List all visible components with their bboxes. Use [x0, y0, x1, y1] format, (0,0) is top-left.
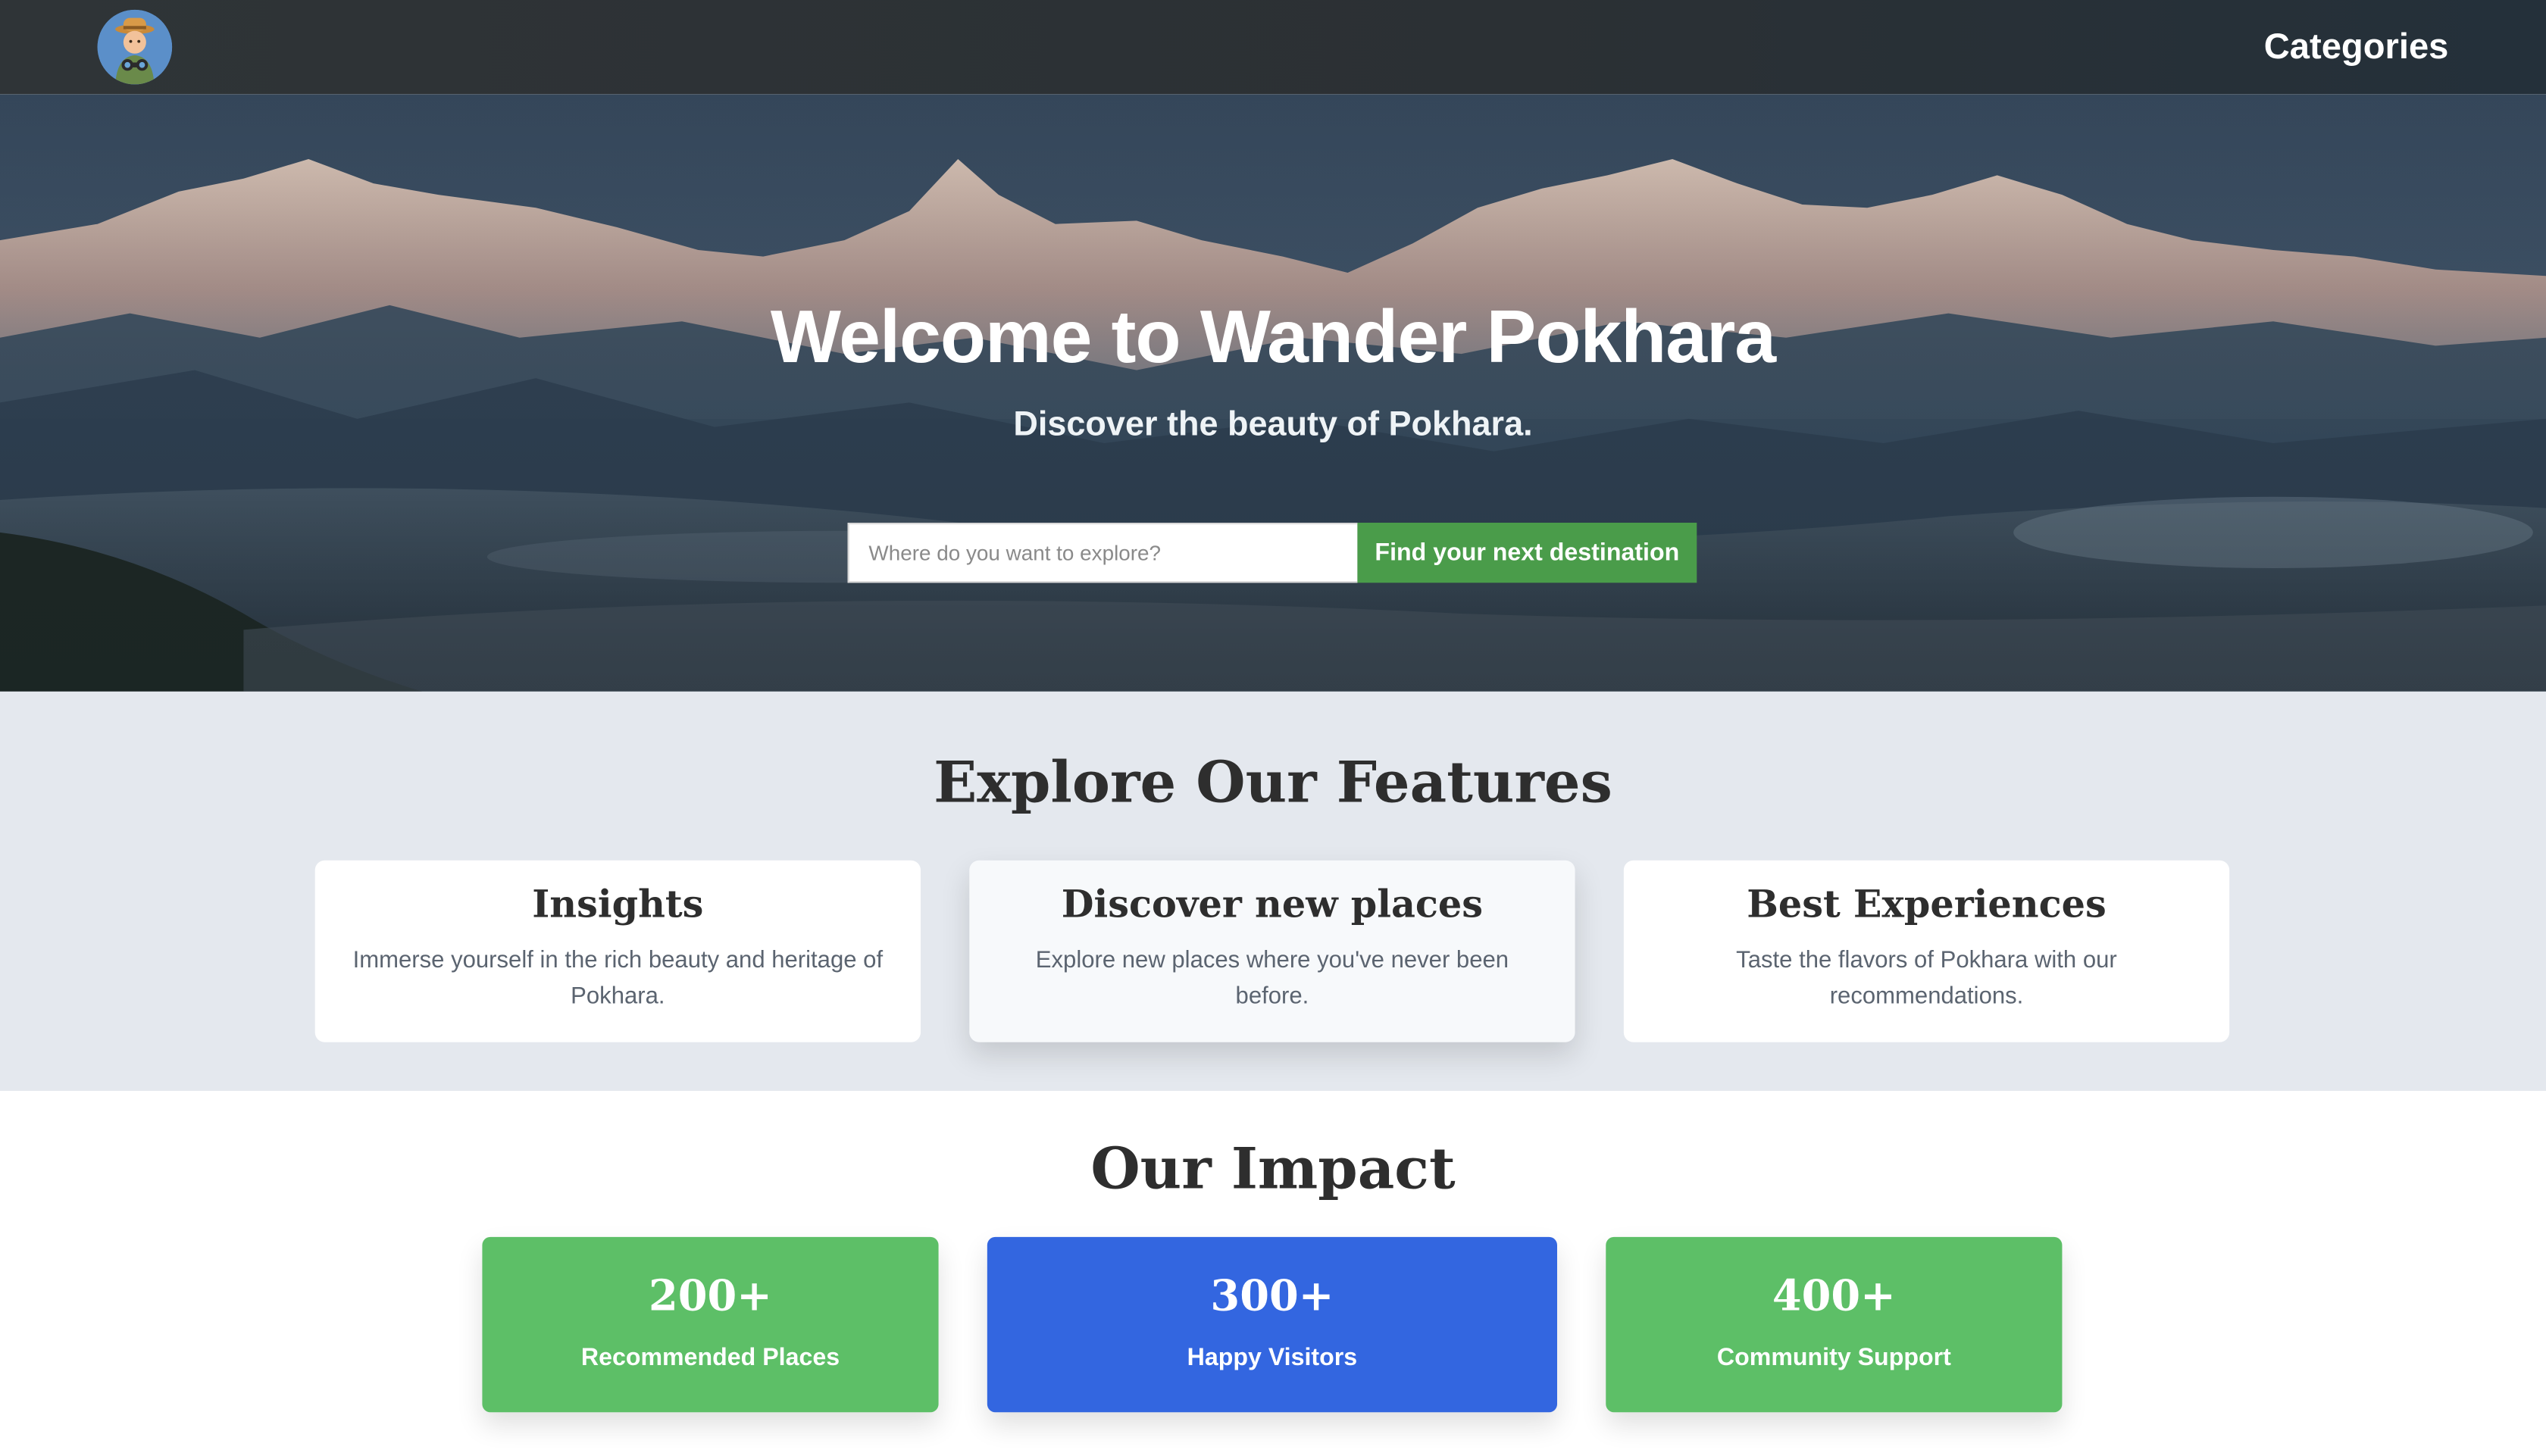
search-bar: Find your next destination	[847, 523, 1697, 583]
stat-label: Happy Visitors	[1187, 1344, 1358, 1372]
feature-card-text: Taste the flavors of Pokhara with our re…	[1736, 948, 2117, 1010]
hero-content: Welcome to Wander Pokhara Discover the b…	[0, 94, 2546, 692]
search-input[interactable]	[847, 523, 1358, 583]
feature-card-insights[interactable]: Insights Immerse yourself in the rich be…	[314, 860, 921, 1042]
find-destination-button[interactable]: Find your next destination	[1357, 523, 1697, 583]
feature-card-title: Insights	[532, 883, 704, 927]
hero-subtitle: Discover the beauty of Pokhara.	[1013, 405, 1533, 443]
navbar: Categories	[0, 0, 2546, 95]
feature-card-best-experiences[interactable]: Best Experiences Taste the flavors of Po…	[1623, 860, 2230, 1042]
feature-card-text: Immerse yourself in the rich beauty and …	[352, 948, 884, 1010]
stat-value: 300+	[1210, 1273, 1334, 1322]
stat-value: 200+	[649, 1273, 772, 1322]
impact-section: Our Impact 200+ Recommended Places 300+ …	[0, 1091, 2546, 1456]
hero-section: Welcome to Wander Pokhara Discover the b…	[0, 94, 2546, 692]
feature-card-discover-new-places[interactable]: Discover new places Explore new places w…	[969, 860, 1575, 1042]
feature-card-text: Explore new places where you've never be…	[1035, 948, 1509, 1010]
nav-categories-link[interactable]: Categories	[2264, 26, 2449, 68]
stat-card-happy-visitors: 300+ Happy Visitors	[987, 1236, 1557, 1413]
stat-label: Recommended Places	[580, 1344, 840, 1372]
feature-card-title: Best Experiences	[1747, 883, 2107, 927]
stat-card-community-support: 400+ Community Support	[1606, 1236, 2063, 1413]
page: Categories Welcome to Wander Pokhara Dis…	[0, 0, 2546, 1456]
features-heading: Explore Our Features	[934, 749, 1612, 817]
hero-title: Welcome to Wander Pokhara	[770, 293, 1776, 379]
explorer-avatar-icon[interactable]	[97, 9, 173, 85]
features-section: Explore Our Features Insights Immerse yo…	[0, 691, 2546, 1091]
stat-card-recommended-places: 200+ Recommended Places	[482, 1236, 939, 1413]
impact-heading: Our Impact	[1090, 1136, 1456, 1203]
stat-value: 400+	[1772, 1273, 1896, 1322]
stat-label: Community Support	[1716, 1344, 1951, 1372]
feature-card-title: Discover new places	[1061, 883, 1484, 927]
